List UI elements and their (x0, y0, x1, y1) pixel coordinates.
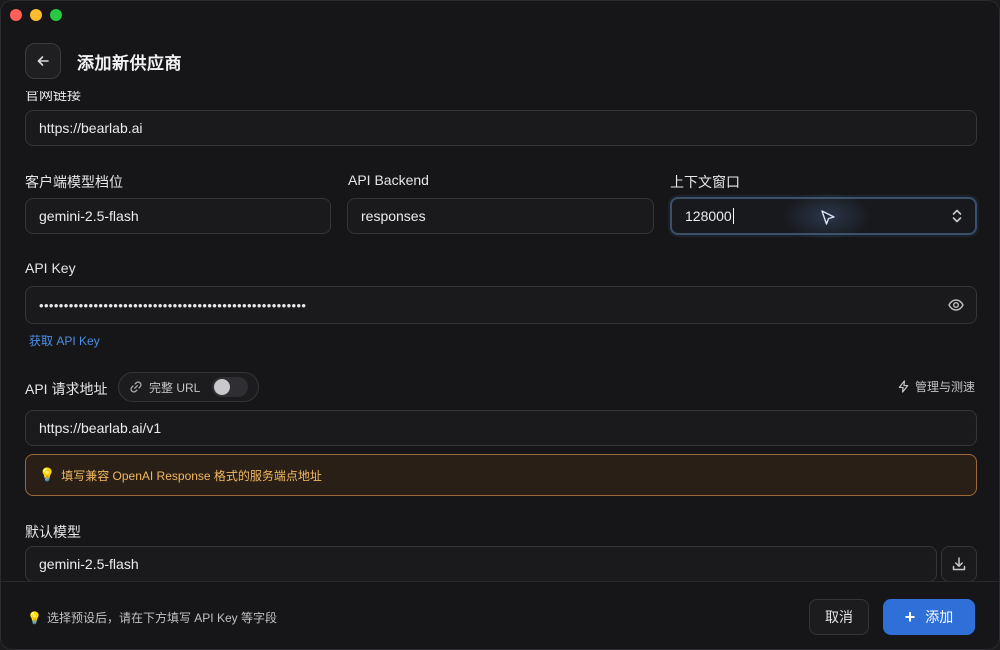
footer-hint-text: 选择预设后，请在下方填写 API Key 等字段 (46, 611, 277, 625)
api-key-label: API Key (25, 260, 76, 276)
full-url-switch[interactable] (212, 377, 249, 397)
api-url-label: API 请求地址 (25, 381, 108, 397)
close-window-button[interactable] (10, 9, 22, 21)
get-api-key-link[interactable]: 获取 API Key (29, 332, 100, 349)
lightbulb-icon: 💡 (39, 467, 56, 482)
api-backend-input[interactable]: responses (347, 198, 654, 234)
client-model-tier-label: 客户端模型档位 (25, 174, 123, 190)
manage-and-speed-test-button[interactable]: 管理与测速 (897, 378, 975, 395)
arrow-left-icon (37, 56, 49, 66)
fetch-models-button[interactable] (941, 546, 977, 582)
lightbulb-icon: 💡 (27, 610, 42, 625)
page-title: 添加新供应商 (77, 53, 182, 73)
default-model-input[interactable]: gemini-2.5-flash (25, 546, 937, 582)
footer-hint: 💡 选择预设后，请在下方填写 API Key 等字段 (27, 609, 277, 626)
add-button[interactable]: + 添加 (883, 599, 975, 635)
api-url-input[interactable]: https://bearlab.ai/v1 (25, 410, 977, 446)
api-url-hint-text: 填写兼容 OpenAI Response 格式的服务端点地址 (61, 468, 322, 483)
default-model-label: 默认模型 (25, 524, 81, 540)
website-value: https://bearlab.ai (39, 120, 143, 136)
default-model-value: gemini-2.5-flash (39, 556, 139, 572)
bolt-icon (898, 380, 909, 393)
dialog-footer: 💡 选择预设后，请在下方填写 API Key 等字段 取消 + 添加 (1, 581, 999, 649)
download-icon (952, 557, 966, 571)
context-window-label: 上下文窗口 (670, 174, 740, 190)
api-key-input[interactable]: ••••••••••••••••••••••••••••••••••••••••… (25, 286, 977, 324)
website-input[interactable]: https://bearlab.ai (25, 110, 977, 146)
api-url-value: https://bearlab.ai/v1 (39, 420, 162, 436)
minimize-window-button[interactable] (30, 9, 42, 21)
text-caret (732, 208, 734, 224)
switch-knob (214, 379, 231, 395)
api-backend-value: responses (361, 208, 426, 224)
mouse-pointer-icon (821, 210, 835, 225)
eye-icon[interactable] (948, 297, 964, 313)
api-backend-label: API Backend (348, 172, 429, 188)
app-window: 官网链接 https://bearlab.ai 客户端模型档位 gemini-2… (0, 0, 1000, 650)
number-stepper-icon[interactable] (951, 207, 963, 225)
api-url-hint: 💡 填写兼容 OpenAI Response 格式的服务端点地址 (25, 454, 977, 496)
plus-icon: + (904, 607, 916, 627)
link-icon (130, 381, 142, 393)
api-key-masked-value: ••••••••••••••••••••••••••••••••••••••••… (39, 297, 307, 313)
window-controls (10, 9, 62, 21)
client-model-tier-input[interactable]: gemini-2.5-flash (25, 198, 331, 234)
context-window-value: 128000 (685, 208, 732, 224)
maximize-window-button[interactable] (50, 9, 62, 21)
form-scroll-area[interactable]: 官网链接 https://bearlab.ai 客户端模型档位 gemini-2… (1, 1, 999, 583)
full-url-toggle-group[interactable]: 完整 URL (118, 372, 260, 402)
context-window-input[interactable]: 128000 (670, 191, 977, 241)
add-button-label: 添加 (925, 609, 954, 625)
full-url-label: 完整 URL (149, 380, 201, 395)
client-model-tier-value: gemini-2.5-flash (39, 208, 139, 224)
dialog-header: 添加新供应商 (25, 43, 975, 79)
back-button[interactable] (25, 43, 61, 79)
manage-label: 管理与测速 (914, 380, 975, 394)
cancel-button[interactable]: 取消 (809, 599, 869, 635)
